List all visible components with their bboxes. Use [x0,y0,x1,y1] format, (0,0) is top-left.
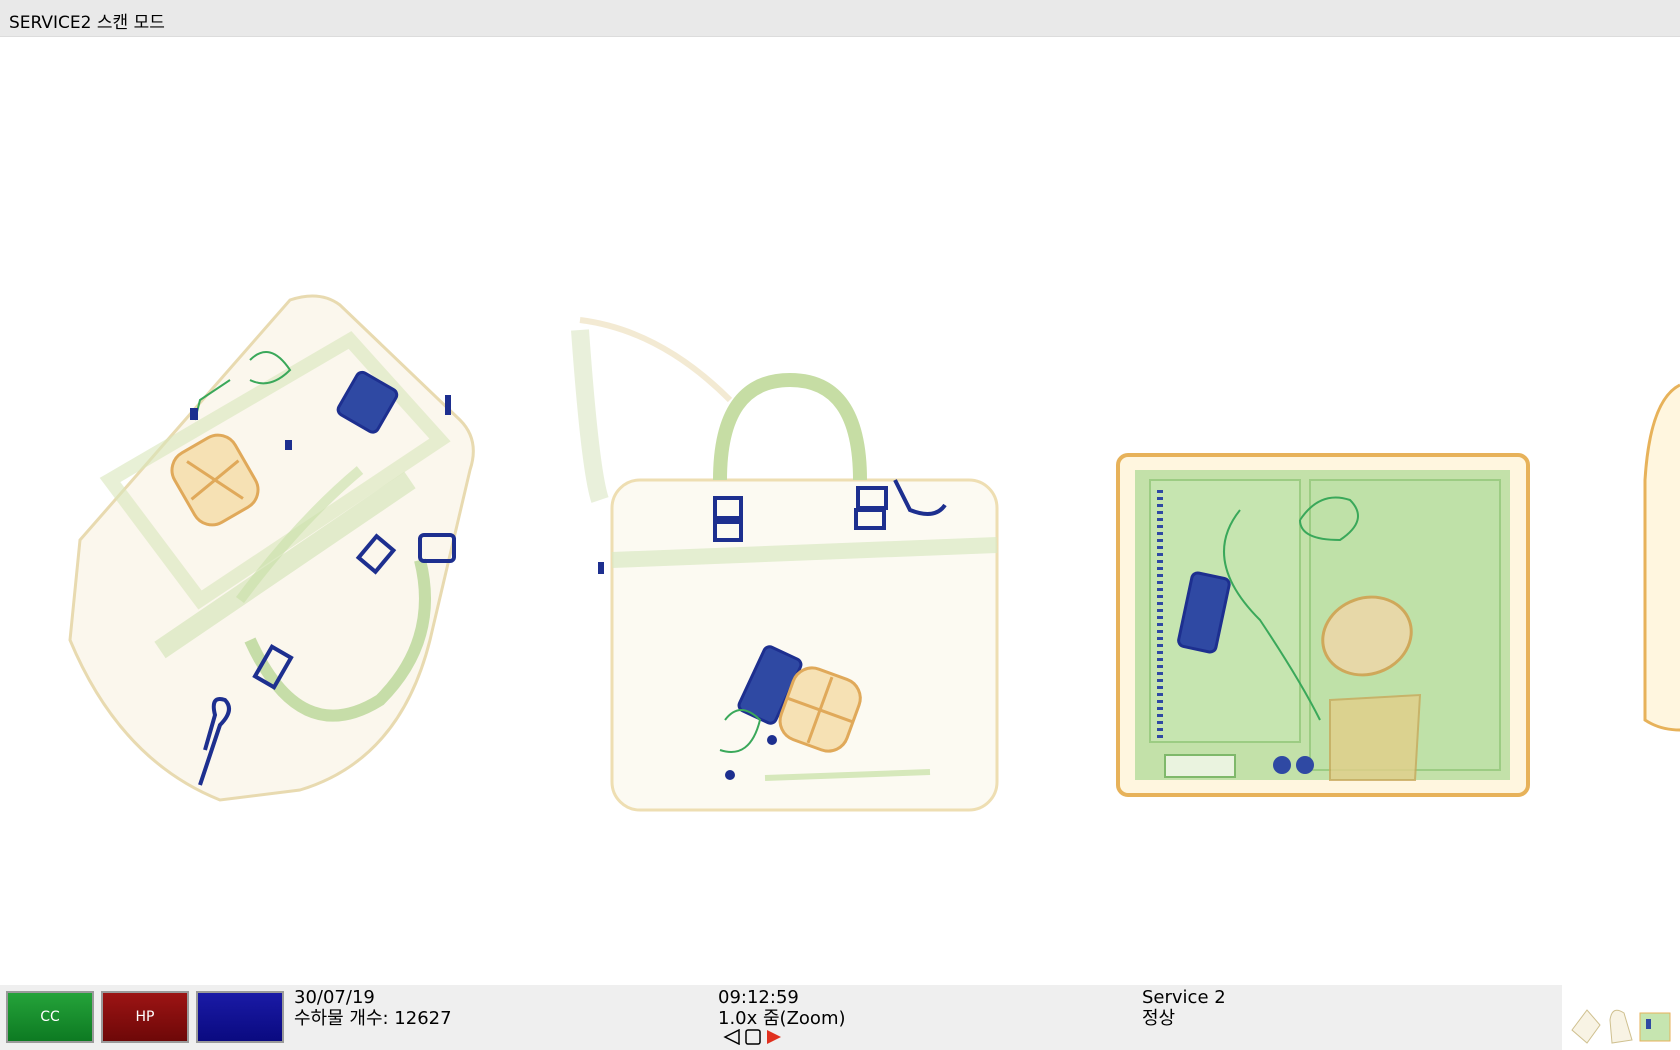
scan-item-duffel-bag [68,294,475,802]
date-count-block: 30/07/19 수하물 개수: 12627 [294,987,452,1029]
scan-item-partial [1643,383,1680,732]
hp-button[interactable]: HP [101,991,189,1043]
xray-scan-view[interactable] [0,37,1680,985]
scan-item-briefcase [571,317,999,812]
thumbnail-image [1571,1009,1671,1044]
user-state-block: Service 2 정상 [1142,987,1226,1029]
scan-item-tray [1116,453,1530,797]
bag-count-text: 수하물 개수: 12627 [294,1008,452,1029]
time-text: 09:12:59 [718,987,799,1008]
scan-thumbnail[interactable] [1562,985,1680,1050]
blue-mode-button[interactable] [196,991,284,1043]
cc-button[interactable]: CC [6,991,94,1043]
playback-controls [722,1029,784,1047]
date-text: 30/07/19 [294,987,375,1008]
next-triangle-icon[interactable] [764,1029,784,1045]
xray-image [68,294,1680,812]
status-bar: CC HP 30/07/19 수하물 개수: 12627 09:12:59 1.… [0,985,1562,1050]
user-text: Service 2 [1142,987,1226,1008]
time-zoom-block: 09:12:59 1.0x 줌(Zoom) [718,987,846,1029]
title-bar: SERVICE2 스캔 모드 [0,0,1680,37]
window-title: SERVICE2 스캔 모드 [9,13,165,33]
state-text: 정상 [1142,1008,1176,1029]
prev-triangle-icon[interactable] [722,1029,742,1045]
zoom-text: 1.0x 줌(Zoom) [718,1008,846,1029]
stop-square-icon[interactable] [743,1029,763,1045]
